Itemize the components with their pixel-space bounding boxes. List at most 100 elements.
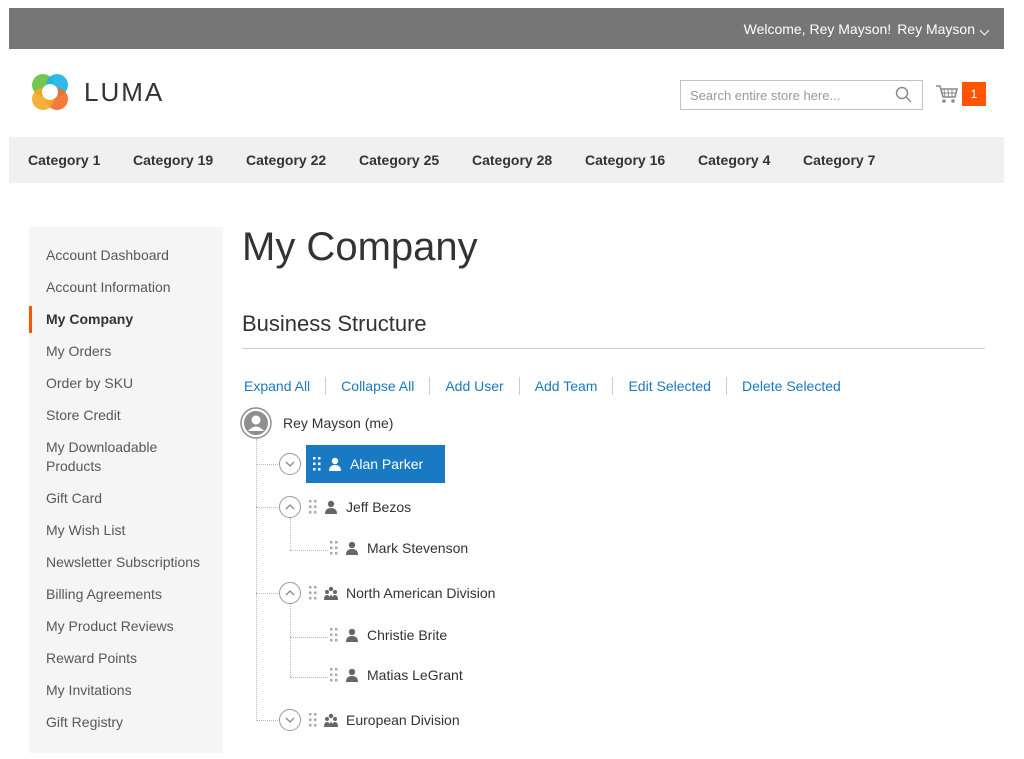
tree-node-label: Rey Mayson (me) [283,415,394,431]
top-bar: Welcome, Rey Mayson! Rey Mayson [9,8,1004,49]
tree-node-label: Christie Brite [367,627,448,643]
divider [325,377,327,395]
sidebar-item-billing-agreements[interactable]: Billing Agreements [46,585,216,604]
tree-node[interactable]: Mark Stevenson [322,540,468,556]
tree-actions: Expand All Collapse All Add User Add Tea… [244,377,841,395]
tree-node-team[interactable]: European Division [279,709,460,731]
collapse-toggle[interactable] [279,453,301,475]
tree-connector [290,518,291,550]
add-user-link[interactable]: Add User [445,378,503,394]
user-icon [346,668,358,682]
tree-node-label: Alan Parker [350,456,424,472]
sidebar-item-account-dashboard[interactable]: Account Dashboard [46,246,216,265]
sidebar-item-invitations[interactable]: My Invitations [46,681,216,700]
active-indicator [29,306,32,333]
sidebar-item-gift-card[interactable]: Gift Card [46,489,216,508]
drag-handle-icon[interactable] [313,457,321,471]
category-link[interactable]: Category 28 [472,152,552,168]
tree-node-selected[interactable]: Alan Parker [306,445,446,483]
tree-node[interactable]: Matias LeGrant [322,667,463,683]
category-link[interactable]: Category 4 [698,152,770,168]
sidebar-item-product-reviews[interactable]: My Product Reviews [46,617,216,636]
sidebar-item-my-company[interactable]: My Company [46,310,216,329]
section-title: Business Structure [242,311,427,336]
sidebar-item-wish-list[interactable]: My Wish List [46,521,216,540]
chevron-down-icon[interactable] [979,25,990,35]
tree-node-label: Mark Stevenson [367,540,469,556]
sidebar-item-gift-registry[interactable]: Gift Registry [46,713,216,732]
category-link[interactable]: Category 22 [246,152,326,168]
sidebar-item-my-orders[interactable]: My Orders [46,342,216,361]
category-link[interactable]: Category 25 [359,152,439,168]
user-icon [329,457,341,471]
drag-handle-icon[interactable] [330,668,338,682]
collapse-toggle[interactable] [279,709,301,731]
tree-node-team[interactable]: North American Division [279,582,495,604]
cart-count-badge: 1 [962,82,986,106]
customer-name[interactable]: Rey Mayson [897,21,975,37]
tree-connector [256,464,278,465]
add-team-link[interactable]: Add Team [535,378,598,394]
sidebar-item-order-by-sku[interactable]: Order by SKU [46,374,216,393]
tree-node-label: North American Division [346,585,496,601]
user-icon [346,628,358,642]
search-placeholder: Search entire store here... [690,87,841,103]
category-navigation: Category 1 Category 19 Category 22 Categ… [9,137,1004,183]
divider [429,377,431,395]
sidebar-item-downloadable-products[interactable]: My Downloadable Products [46,438,166,476]
chevron-up-icon [285,504,295,510]
team-icon [324,713,338,727]
tree-node[interactable]: Jeff Bezos [279,496,411,518]
category-link[interactable]: Category 1 [28,152,100,168]
drag-handle-icon[interactable] [309,713,317,727]
category-link[interactable]: Category 19 [133,152,213,168]
tree-node-label: Matias LeGrant [367,667,463,683]
delete-selected-link[interactable]: Delete Selected [742,378,841,394]
tree-node[interactable]: Christie Brite [322,627,447,643]
search-input[interactable]: Search entire store here... [680,80,923,110]
category-link[interactable]: Category 7 [803,152,875,168]
sidebar-item-account-information[interactable]: Account Information [46,278,216,297]
cart-icon[interactable] [935,83,959,105]
tree-connector [290,604,291,677]
chevron-up-icon [285,590,295,596]
customer-menu[interactable]: Rey Mayson [897,21,990,37]
collapse-all-link[interactable]: Collapse All [341,378,414,394]
tree-connector [256,593,278,594]
sidebar-item-newsletter[interactable]: Newsletter Subscriptions [46,553,222,572]
tree-root-node[interactable]: Rey Mayson (me) [240,407,393,439]
expand-toggle[interactable] [279,496,301,518]
chevron-down-icon [285,717,295,723]
tree-node-label: Jeff Bezos [346,499,412,515]
company-structure-tree: Rey Mayson (me) Alan Parker Jeff Bezos M… [240,405,740,750]
user-avatar-icon [240,407,272,439]
drag-handle-icon[interactable] [330,628,338,642]
edit-selected-link[interactable]: Edit Selected [628,378,711,394]
divider [518,377,520,395]
logo[interactable]: LUMA [28,70,164,114]
user-icon [325,500,337,514]
expand-toggle[interactable] [279,582,301,604]
luma-logo-icon [32,74,68,110]
category-link[interactable]: Category 16 [585,152,665,168]
tree-connector [256,720,278,721]
minicart[interactable]: 1 [935,82,986,106]
search-icon[interactable] [892,83,916,107]
drag-handle-icon[interactable] [309,500,317,514]
sidebar-item-store-credit[interactable]: Store Credit [46,406,216,425]
sidebar-item-reward-points[interactable]: Reward Points [46,649,216,668]
divider [725,377,727,395]
page-title: My Company [242,225,478,269]
drag-handle-icon[interactable] [330,541,338,555]
user-icon [346,541,358,555]
chevron-down-icon [285,461,295,467]
section-divider [242,348,985,349]
tree-node-label: European Division [346,712,460,728]
expand-all-link[interactable]: Expand All [244,378,310,394]
drag-handle-icon[interactable] [309,586,317,600]
divider [612,377,614,395]
account-sidebar: Account Dashboard Account Information My… [29,227,223,753]
tree-connector [256,439,257,721]
team-icon [324,586,338,600]
welcome-message: Welcome, Rey Mayson! [743,20,892,37]
